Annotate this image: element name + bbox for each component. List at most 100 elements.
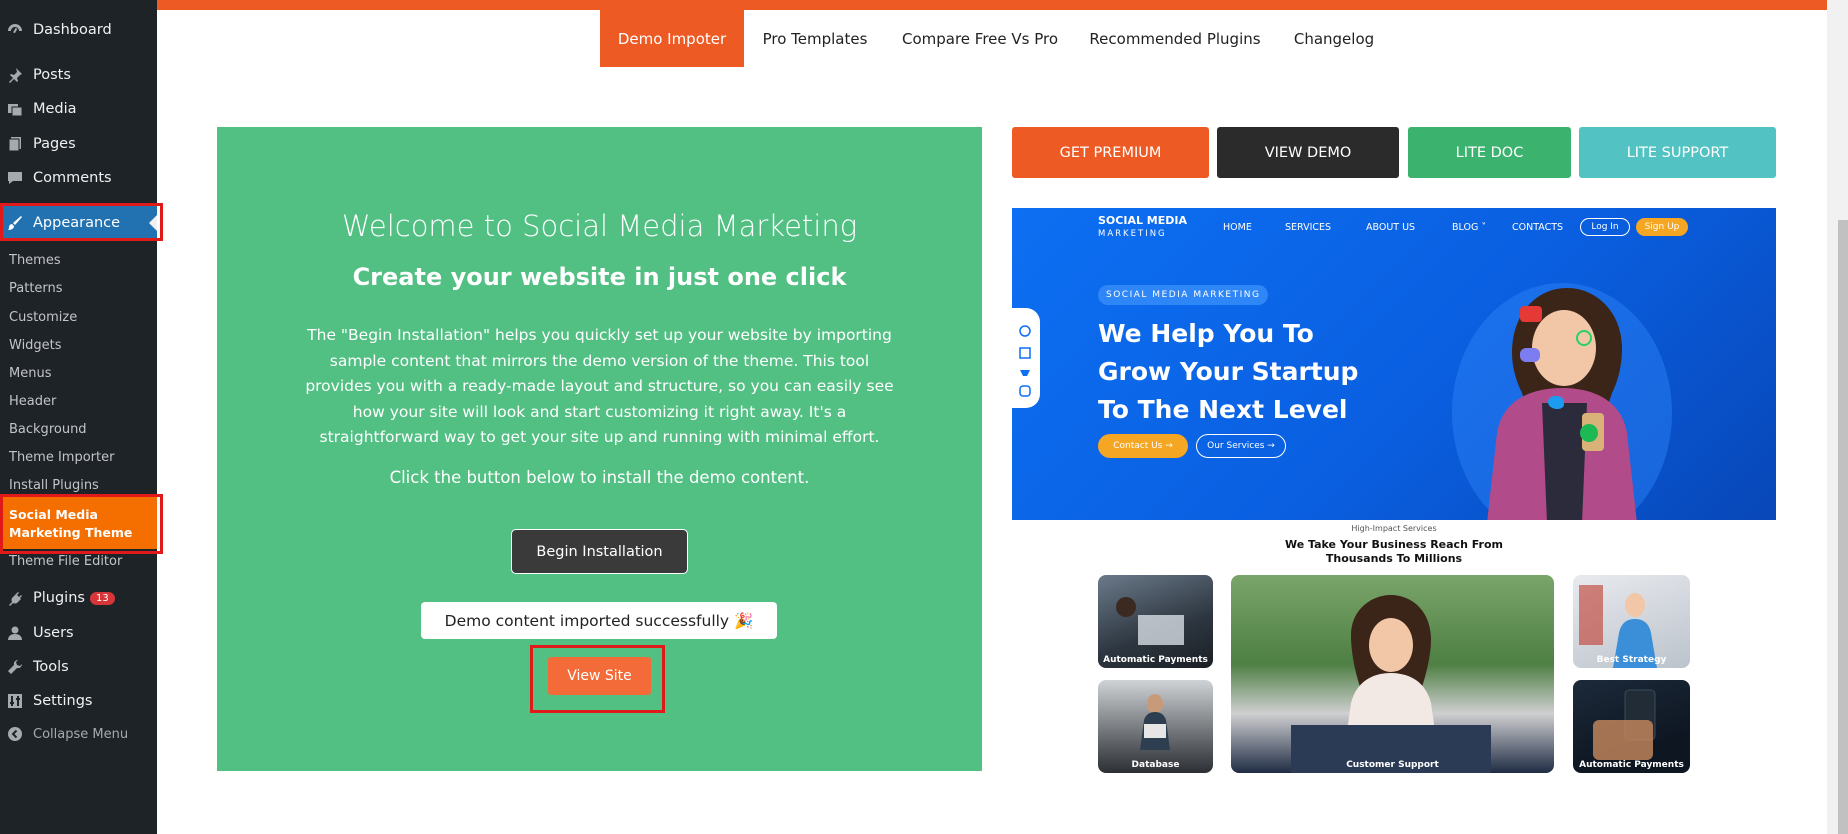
preview-nav-about: ABOUT US [1366, 222, 1416, 233]
lite-support-button[interactable]: LITE SUPPORT [1579, 127, 1776, 178]
submenu-item-themes[interactable]: Themes [9, 253, 61, 268]
plugins-label: Plugins [33, 590, 85, 606]
begin-installation-button[interactable]: Begin Installation [511, 529, 688, 574]
preview-contact-button: Contact Us → [1098, 434, 1188, 458]
sidebar-item-plugins[interactable]: Plugins 13 [0, 581, 157, 615]
sidebar-item-label: Media [33, 101, 77, 117]
sidebar-item-settings[interactable]: Settings [0, 684, 157, 718]
panel-instruction: Click the button below to install the de… [389, 468, 810, 487]
sidebar-item-label: Comments [33, 170, 112, 186]
get-premium-button[interactable]: GET PREMIUM [1012, 127, 1209, 178]
youtube-icon [1520, 306, 1542, 322]
preview-section-title-1: We Take Your Business Reach From [1285, 538, 1503, 551]
pin-icon [6, 66, 24, 84]
media-icon [6, 100, 24, 118]
submenu-item-theme-importer[interactable]: Theme Importer [9, 450, 114, 465]
sidebar-item-label: Dashboard [33, 22, 112, 38]
sidebar-item-label: Settings [33, 693, 93, 709]
panel-title: Welcome to Social Media Marketing [341, 209, 858, 243]
top-accent-bar [157, 0, 1827, 10]
view-site-button[interactable]: View Site [548, 657, 651, 695]
admin-sidebar: Dashboard Posts Media Pages Comments App… [0, 0, 157, 834]
paintbrush-icon [6, 214, 24, 232]
preview-nav-home: HOME [1223, 222, 1252, 233]
spotify-icon [1580, 424, 1598, 442]
import-success-message: Demo content imported successfully 🎉 [421, 602, 777, 639]
preview-nav-blog: BLOG ˅ [1452, 222, 1487, 233]
discord-icon [1520, 348, 1540, 362]
collapse-arrow-icon [6, 725, 24, 743]
sidebar-item-label: Plugins 13 [33, 590, 115, 606]
sidebar-item-comments[interactable]: Comments [0, 161, 157, 195]
tab-changelog[interactable]: Changelog [1285, 10, 1383, 67]
pages-icon [6, 135, 24, 153]
sidebar-item-tools[interactable]: Tools [0, 650, 157, 684]
sidebar-item-label: Pages [33, 136, 76, 152]
dashboard-icon [6, 21, 24, 39]
submenu-item-menus[interactable]: Menus [9, 366, 51, 381]
comment-icon [6, 169, 24, 187]
preview-card-label: Automatic Payments [1579, 760, 1684, 770]
sidebar-item-label: Collapse Menu [33, 726, 129, 742]
preview-card-best-strategy: Best Strategy [1573, 575, 1690, 668]
preview-logo-bottom: MARKETING [1098, 229, 1167, 239]
preview-card-automatic-payments: Automatic Payments [1098, 575, 1213, 668]
theme-preview-hero: SOCIAL MEDIA MARKETING HOME SERVICES ABO… [1012, 208, 1776, 520]
preview-card-label: Database [1131, 760, 1180, 770]
preview-logo-top: SOCIAL MEDIA [1098, 214, 1187, 227]
sidebar-item-posts[interactable]: Posts [0, 58, 157, 92]
preview-card-label: Automatic Payments [1103, 655, 1208, 665]
settings-icon [6, 692, 24, 710]
tab-pro-templates[interactable]: Pro Templates [752, 10, 878, 67]
lite-doc-button[interactable]: LITE DOC [1408, 127, 1571, 178]
preview-social-icons [1019, 325, 1031, 397]
submenu-item-customize[interactable]: Customize [9, 310, 77, 325]
preview-card-customer-support: Customer Support [1231, 575, 1554, 773]
twitter-icon [1548, 396, 1564, 409]
submenu-item-theme-file-editor[interactable]: Theme File Editor [9, 554, 122, 569]
preview-services-button: Our Services → [1196, 434, 1286, 458]
preview-badge: SOCIAL MEDIA MARKETING [1098, 285, 1269, 305]
submenu-item-header[interactable]: Header [9, 394, 56, 409]
preview-headline-2: Grow Your Startup [1098, 357, 1359, 386]
submenu-item-install-plugins[interactable]: Install Plugins [9, 478, 99, 493]
sidebar-item-users[interactable]: Users [0, 616, 157, 650]
preview-headline-3: To The Next Level [1098, 395, 1348, 424]
preview-card-label: Best Strategy [1596, 655, 1667, 665]
whatsapp-icon [1576, 330, 1592, 346]
sidebar-item-label: Users [33, 625, 74, 641]
preview-card-automatic-payments-2: Automatic Payments [1573, 680, 1690, 773]
wrench-icon [6, 658, 24, 676]
sidebar-item-appearance[interactable]: Appearance [0, 206, 157, 240]
preview-section-kicker: High-Impact Services [1351, 524, 1437, 533]
preview-social-strip [1012, 308, 1040, 408]
preview-card-label: Customer Support [1346, 760, 1439, 770]
preview-headline-1: We Help You To [1098, 319, 1314, 348]
submenu-item-background[interactable]: Background [9, 422, 87, 437]
sidebar-item-label: Posts [33, 67, 71, 83]
preview-signup-button: Sign Up [1636, 218, 1688, 236]
panel-description: The "Begin Installation" helps you quick… [305, 326, 894, 446]
preview-woman-with-phone-image [1432, 263, 1672, 520]
submenu-item-social-media-marketing-theme[interactable]: Social Media Marketing Theme [0, 497, 157, 549]
sidebar-item-pages[interactable]: Pages [0, 127, 157, 161]
view-demo-button[interactable]: VIEW DEMO [1217, 127, 1399, 178]
submenu-item-widgets[interactable]: Widgets [9, 338, 62, 353]
sidebar-item-dashboard[interactable]: Dashboard [0, 13, 157, 47]
collapse-menu-button[interactable]: Collapse Menu [0, 717, 157, 751]
tab-demo-importer[interactable]: Demo Impoter [600, 10, 744, 67]
preview-card-image [1291, 595, 1491, 773]
preview-login-button: Log In [1580, 218, 1630, 236]
sidebar-item-media[interactable]: Media [0, 92, 157, 126]
sidebar-item-label: Appearance [33, 215, 121, 231]
panel-subtitle: Create your website in just one click [352, 263, 847, 291]
page-scrollbar-thumb[interactable] [1838, 220, 1848, 834]
submenu-item-patterns[interactable]: Patterns [9, 281, 63, 296]
preview-nav-services: SERVICES [1285, 222, 1332, 233]
sidebar-item-label: Tools [33, 659, 69, 675]
tab-compare-free-vs-pro[interactable]: Compare Free Vs Pro [895, 10, 1065, 67]
tab-recommended-plugins[interactable]: Recommended Plugins [1085, 10, 1265, 67]
user-icon [6, 624, 24, 642]
preview-card-database: Database [1098, 680, 1213, 773]
preview-section-title-2: Thousands To Millions [1325, 552, 1463, 565]
